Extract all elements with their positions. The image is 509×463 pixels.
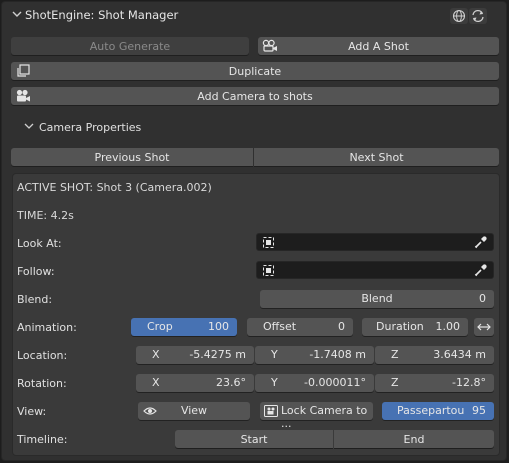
location-y-axis: Y [271,348,278,361]
timeline-end-button[interactable]: End [334,430,494,448]
rotation-z-value: -12.8° [452,376,486,389]
camera-icon [262,39,278,53]
blend-name: Blend [361,292,393,305]
object-select-icon [263,265,274,276]
eyedropper-icon[interactable] [474,236,487,249]
lock-camera-label: Lock Camera to ... [281,404,368,430]
duplicate-button[interactable]: Duplicate [11,62,499,80]
camera-properties-title: Camera Properties [39,121,142,134]
add-camera-to-shots-button[interactable]: Add Camera to shots [11,87,499,105]
offset-slider[interactable]: Offset 0 [247,318,353,336]
globe-icon[interactable] [450,8,468,24]
rotation-x-field[interactable]: X 23.6° [136,374,254,392]
swap-arrows-icon [476,321,492,336]
previous-shot-button[interactable]: Previous Shot [11,148,253,166]
lock-camera-icon [264,405,278,420]
swap-arrows-button[interactable] [474,318,494,336]
location-y-value: -1.7408 m [309,348,366,361]
view-button[interactable]: View [138,402,250,420]
rotation-y-axis: Y [271,376,278,389]
crop-value: 100 [208,320,229,333]
duplicate-label: Duplicate [228,64,282,78]
rotation-x-axis: X [152,376,160,389]
location-z-value: 3.6434 m [433,348,486,361]
object-select-icon [263,237,274,248]
time-text: TIME: 4.2s [17,209,74,222]
crop-name: Crop [147,320,173,333]
add-shot-button[interactable]: Add A Shot [258,37,499,55]
passepartout-slider[interactable]: Passepartou 95 [382,402,494,420]
panel-collapse-chevron-icon[interactable] [10,7,24,21]
follow-label: Follow: [17,265,55,278]
refresh-icon[interactable] [469,8,487,24]
passepartout-name: Passepartou [397,404,465,417]
add-shot-label: Add A Shot [348,39,409,53]
location-y-field[interactable]: Y -1.7408 m [255,346,374,364]
eyedropper-icon[interactable] [474,264,487,277]
location-label: Location: [17,349,68,362]
location-z-field[interactable]: Z 3.6434 m [375,346,494,364]
duration-value: 1.00 [435,320,461,333]
rotation-label: Rotation: [17,377,67,390]
active-shot-text: ACTIVE SHOT: Shot 3 (Camera.002) [17,181,212,194]
rotation-y-value: -0.000011° [304,376,366,389]
blend-label: Blend: [17,293,53,306]
location-x-field[interactable]: X -5.4275 m [136,346,254,364]
location-x-value: -5.4275 m [189,348,246,361]
duplicate-icon [15,64,31,78]
follow-field[interactable] [256,261,494,279]
shot-manager-panel: ShotEngine: Shot Manager Auto Generate A… [1,1,507,461]
location-z-axis: Z [391,348,399,361]
timeline-label: Timeline: [17,433,68,446]
offset-value: 0 [338,320,345,333]
crop-slider[interactable]: Crop 100 [131,318,237,336]
blend-value: 0 [479,292,486,305]
view-label: View: [17,405,47,418]
movie-camera-icon [15,89,31,103]
rotation-z-axis: Z [391,376,399,389]
rotation-x-value: 23.6° [216,376,246,389]
next-shot-button[interactable]: Next Shot [254,148,499,166]
camera-properties-chevron-icon[interactable] [23,120,35,132]
view-button-label: View [180,404,208,417]
passepartout-value: 95 [472,404,486,417]
look-at-label: Look At: [17,237,62,250]
location-x-axis: X [152,348,160,361]
rotation-z-field[interactable]: Z -12.8° [375,374,494,392]
look-at-field[interactable] [256,233,494,251]
offset-name: Offset [263,320,297,333]
panel-title: ShotEngine: Shot Manager [25,8,179,22]
auto-generate-button[interactable]: Auto Generate [11,37,249,55]
animation-label: Animation: [17,321,77,334]
timeline-start-button[interactable]: Start [175,430,333,448]
rotation-y-field[interactable]: Y -0.000011° [255,374,374,392]
duration-slider[interactable]: Duration 1.00 [362,318,468,336]
duration-name: Duration [376,320,424,333]
add-camera-label: Add Camera to shots [197,89,313,103]
lock-camera-button[interactable]: Lock Camera to ... [260,402,373,430]
blend-slider[interactable]: Blend 0 [260,290,494,308]
